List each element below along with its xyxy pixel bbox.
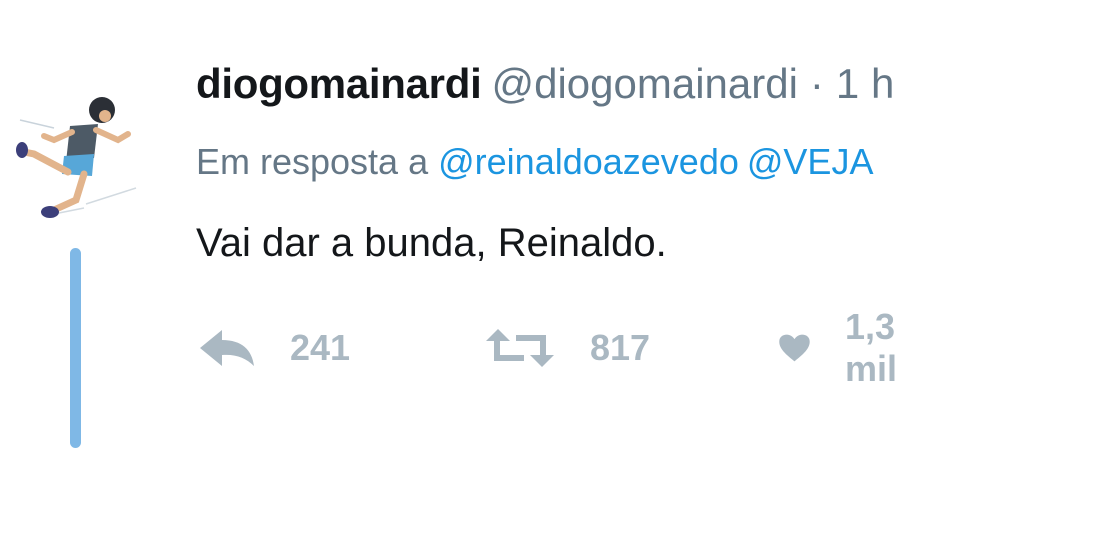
tweet: diogomainardi @diogomainardi · 1 h Em respo… bbox=[0, 0, 1100, 536]
tweet-header: diogomainardi @diogomainardi · 1 h bbox=[196, 58, 894, 110]
separator-dot: · bbox=[809, 60, 824, 107]
reply-button[interactable]: 241 bbox=[198, 318, 350, 378]
reply-count: 241 bbox=[290, 327, 351, 368]
mention-link[interactable]: @reinaldoazevedo bbox=[438, 141, 739, 182]
avatar[interactable] bbox=[14, 92, 138, 222]
mention-link[interactable]: @VEJA bbox=[747, 141, 874, 182]
avatar-illustration bbox=[16, 97, 137, 218]
reply-prefix: Em resposta a bbox=[196, 141, 429, 182]
tweet-text: Vai dar a bunda, Reinaldo. bbox=[196, 221, 667, 265]
like-button[interactable]: 1,3 mil bbox=[778, 306, 916, 389]
retweet-button[interactable]: 817 bbox=[484, 318, 650, 378]
heart-icon bbox=[779, 334, 810, 362]
reply-icon bbox=[200, 330, 254, 366]
like-count: 1,3 mil bbox=[844, 306, 897, 389]
retweet-count: 817 bbox=[590, 327, 651, 368]
timestamp[interactable]: 1 h bbox=[836, 60, 894, 107]
thread-line bbox=[70, 248, 81, 448]
user-handle[interactable]: @diogomainardi bbox=[491, 60, 797, 107]
reply-context: Em resposta a @reinaldoazevedo @VEJA bbox=[196, 140, 873, 184]
retweet-icon bbox=[486, 329, 554, 367]
display-name[interactable]: diogomainardi bbox=[196, 60, 482, 107]
